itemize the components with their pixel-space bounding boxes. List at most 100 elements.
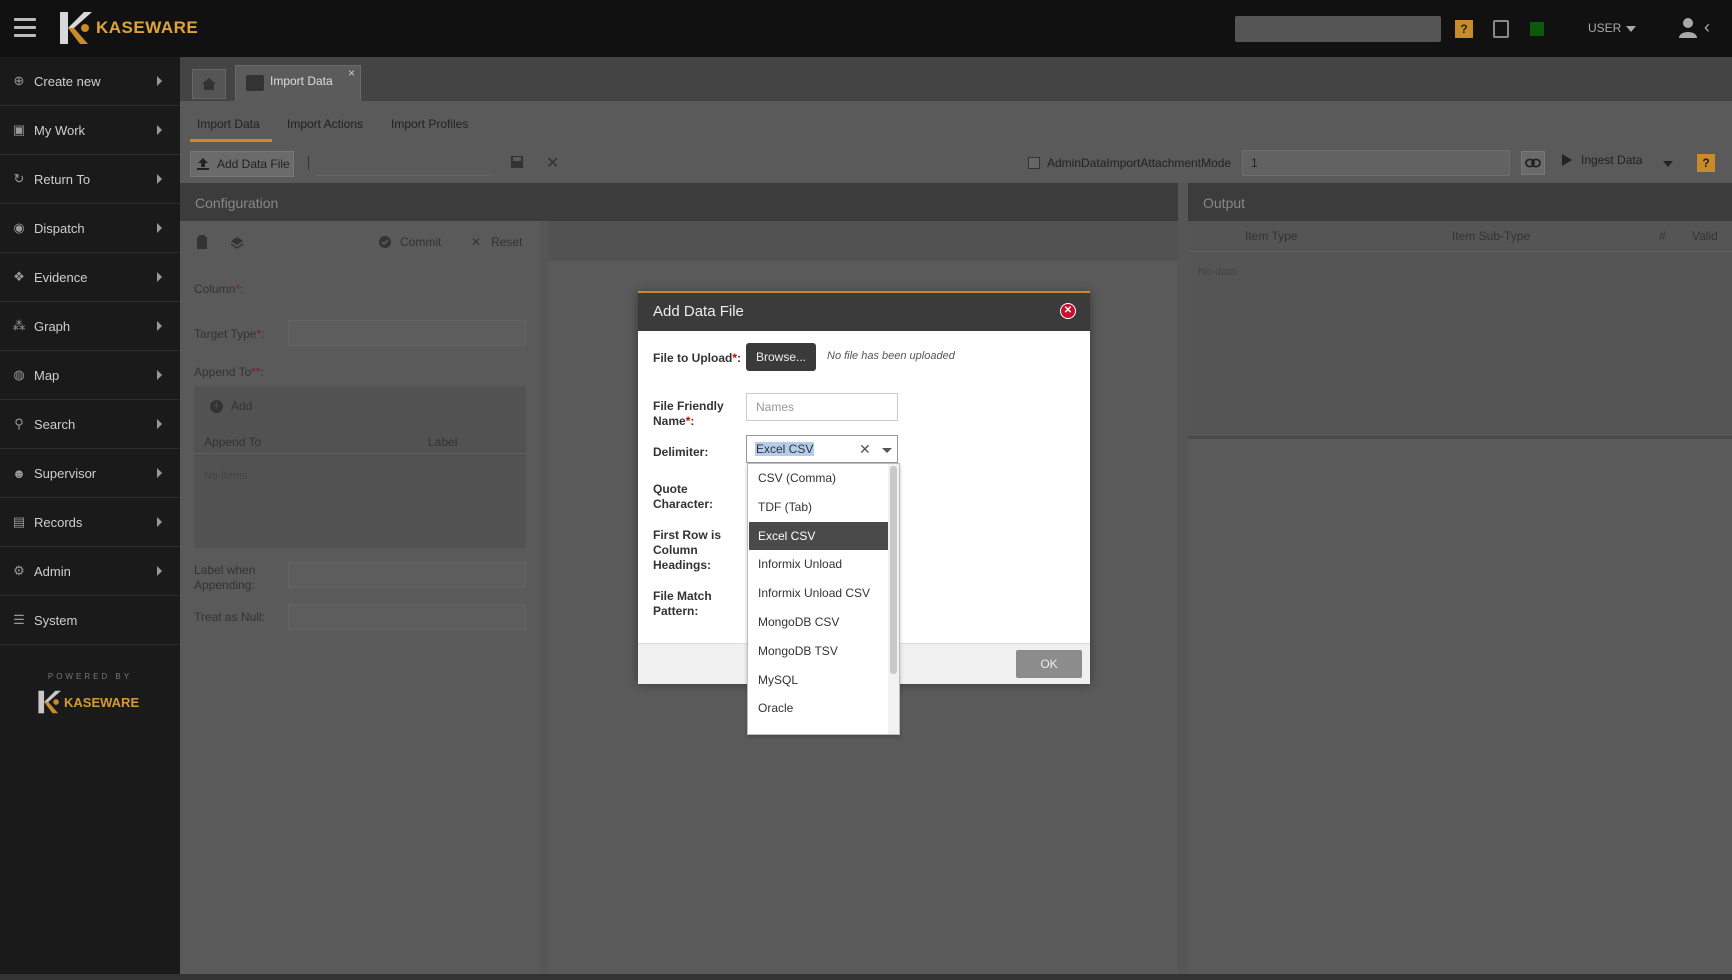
close-icon[interactable]: ✕ [546,153,559,173]
plus-circle-icon: ⊕ [13,73,25,88]
import-profile-select[interactable] [315,152,490,176]
kaseware-logo[interactable]: KASEWARE [58,10,198,46]
ingest-data-button[interactable]: Ingest Data [1561,153,1642,167]
gears-icon: ⚙ [13,563,25,578]
chevron-down-icon[interactable] [1626,26,1636,32]
subtab-import-actions[interactable]: Import Actions [287,117,363,131]
target-type-select[interactable] [288,320,526,346]
item-subtype-column-header[interactable]: Item Sub-Type [1452,229,1530,243]
dropdown-option[interactable]: Oracle [749,694,889,722]
caret-right-icon [157,125,162,135]
clear-icon[interactable]: ✕ [859,441,871,458]
sidebar-item-create-new[interactable]: ⊕ Create new [0,57,180,106]
sidebar-item-search[interactable]: ⚲ Search [0,400,180,449]
sidebar-item-graph[interactable]: ⁂ Graph [0,302,180,351]
dropdown-option[interactable]: Informix Unload CSV [749,579,889,607]
subtab-import-profiles[interactable]: Import Profiles [391,117,468,131]
upload-status-text: No file has been uploaded [827,350,955,362]
sidebar-item-evidence[interactable]: ❖ Evidence [0,253,180,302]
active-tab-indicator [190,139,272,142]
sidebar-item-map[interactable]: ◍ Map [0,351,180,400]
attachment-mode-checkbox[interactable] [1028,157,1040,169]
sidebar-item-my-work[interactable]: ▣ My Work [0,106,180,155]
help-icon[interactable]: ? [1697,154,1715,172]
global-search-input[interactable] [1235,16,1441,42]
label-when-appending-input[interactable] [288,562,526,588]
folder-icon [246,75,264,91]
refresh-icon: ↻ [13,171,25,186]
divider [1188,251,1732,252]
caret-right-icon [157,566,162,576]
save-icon[interactable] [510,155,524,169]
user-menu-label[interactable]: USER [1588,21,1621,35]
close-icon[interactable]: × [348,66,355,80]
treat-as-null-input[interactable] [288,604,526,630]
briefcase-icon: ▣ [12,122,26,137]
tab-label: Import Data [270,74,333,88]
ok-button[interactable]: OK [1016,650,1082,678]
dropdown-option-selected[interactable]: Excel CSV [749,522,889,550]
link-icon[interactable] [1521,151,1545,175]
dropdown-option[interactable]: CSV (Comma) [749,464,889,492]
sidebar-item-label: Admin [34,563,71,579]
preview-header [548,221,1178,261]
delimiter-selected-value: Excel CSV [755,442,815,456]
caret-right-icon [157,76,162,86]
browse-button[interactable]: Browse... [746,343,816,371]
file-friendly-name-input[interactable]: Names [746,393,898,421]
dropdown-option[interactable]: TDF (Tab) [749,493,889,521]
contact-card-icon[interactable] [1493,20,1509,38]
caret-right-icon [157,272,162,282]
chevron-down-icon[interactable] [882,448,892,453]
commit-button[interactable]: Commit [378,235,441,249]
sidebar-item-label: Graph [34,318,71,334]
scrollbar-thumb[interactable] [890,466,897,674]
tab-import-data[interactable]: Import Data × [235,65,361,101]
user-avatar-icon[interactable] [1678,17,1698,39]
reset-button[interactable]: ✕ Reset [471,235,522,249]
brand-name: KASEWARE [96,18,199,37]
delimiter-dropdown: CSV (Comma) TDF (Tab) Excel CSV Informix… [747,463,900,735]
subtab-import-data[interactable]: Import Data [197,117,260,131]
output-title: Output [1203,195,1246,211]
sidebar-item-system[interactable]: ☰ System [0,596,180,645]
dropdown-option[interactable]: MySQL [749,666,889,694]
empty-state-text: No data [1198,266,1237,278]
dropdown-option[interactable]: Informix Unload [749,550,889,578]
dropdown-option[interactable]: MongoDB TSV [749,637,889,665]
caret-right-icon [157,517,162,527]
layers-icon[interactable] [230,235,244,249]
sidebar-item-admin[interactable]: ⚙ Admin [0,547,180,596]
sidebar-item-label: Evidence [34,269,88,285]
hamburger-menu-icon[interactable] [14,18,36,38]
search-icon: ⚲ [14,416,24,431]
ingest-data-label: Ingest Data [1581,153,1643,167]
add-append-button[interactable]: + Add [210,399,252,413]
home-tab[interactable] [192,69,226,99]
document-icon: ▤ [12,514,26,529]
item-type-column-header[interactable]: Item Type [1245,229,1297,243]
help-icon[interactable]: ? [1455,20,1473,38]
sidebar-item-label: Search [34,416,76,432]
attachment-mode-input[interactable]: 1 [1242,150,1510,176]
delimiter-select[interactable]: Excel CSV ✕ [746,435,898,463]
clipboard-icon[interactable] [195,235,209,249]
sidebar-item-return-to[interactable]: ↻ Return To [0,155,180,204]
valid-column-header[interactable]: Valid [1692,229,1718,243]
plus-circle-icon: + [210,399,223,413]
add-data-file-button[interactable]: Add Data File [190,151,294,177]
chevron-left-icon[interactable]: ‹ [1704,17,1710,38]
count-column-header[interactable]: # [1659,229,1666,243]
sidebar-item-label: Map [34,367,60,383]
sidebar-item-dispatch[interactable]: ◉ Dispatch [0,204,180,253]
dropdown-option[interactable]: MongoDB CSV [749,608,889,636]
configuration-title: Configuration [195,195,279,211]
chevron-down-icon[interactable] [1663,161,1673,167]
powered-by-logo: KASEWARE [37,688,139,716]
commit-label: Commit [400,235,442,249]
add-data-file-label: Add Data File [217,157,290,171]
sidebar-item-supervisor[interactable]: ☻ Supervisor [0,449,180,498]
dialog-title: Add Data File [653,303,744,320]
close-icon[interactable]: ✕ [1060,303,1076,319]
sidebar-item-records[interactable]: ▤ Records [0,498,180,547]
